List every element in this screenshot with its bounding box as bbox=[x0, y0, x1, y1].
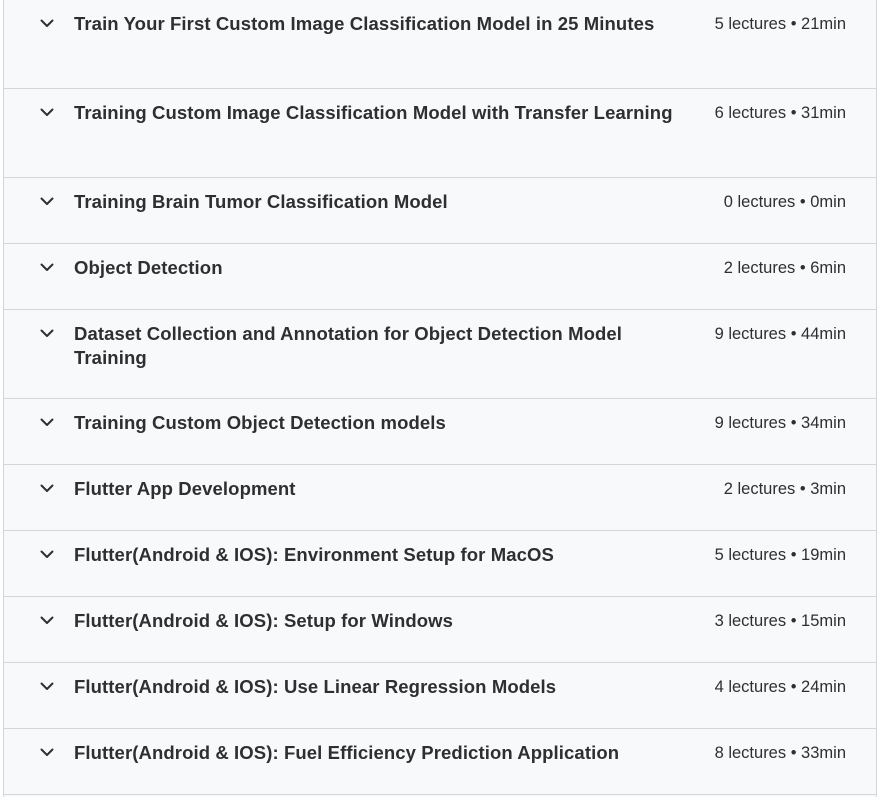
curriculum-section[interactable]: Flutter App Development 2 lectures • 3mi… bbox=[4, 465, 876, 531]
section-title: Training Brain Tumor Classification Mode… bbox=[74, 191, 448, 212]
chevron-down-icon[interactable] bbox=[40, 194, 54, 208]
curriculum-section[interactable]: Training Custom Image Classification Mod… bbox=[4, 89, 876, 178]
section-title: Training Custom Object Detection models bbox=[74, 412, 446, 433]
section-title: Flutter(Android & IOS): Use Linear Regre… bbox=[74, 676, 557, 697]
section-title: Training Custom Image Classification Mod… bbox=[74, 102, 673, 123]
curriculum-section[interactable]: Training Custom Object Detection models … bbox=[4, 399, 876, 465]
chevron-down-icon[interactable] bbox=[40, 547, 54, 561]
chevron-down-icon[interactable] bbox=[40, 613, 54, 627]
chevron-down-icon[interactable] bbox=[40, 16, 54, 30]
chevron-down-icon[interactable] bbox=[40, 326, 54, 340]
section-title: Dataset Collection and Annotation for Ob… bbox=[74, 323, 623, 368]
chevron-down-icon[interactable] bbox=[40, 415, 54, 429]
curriculum-section[interactable]: Flutter(Android & IOS): Fuel Efficiency … bbox=[4, 729, 876, 795]
section-title: Flutter(Android & IOS): Fuel Efficiency … bbox=[74, 742, 620, 763]
section-title: Object Detection bbox=[74, 257, 223, 278]
section-meta: 2 lectures • 3min bbox=[723, 480, 846, 498]
section-meta: 4 lectures • 24min bbox=[714, 678, 846, 696]
section-meta: 0 lectures • 0min bbox=[723, 193, 846, 211]
section-meta: 5 lectures • 21min bbox=[714, 15, 846, 33]
chevron-down-icon[interactable] bbox=[40, 105, 54, 119]
curriculum-section[interactable]: Flutter(Android & IOS): Use Linear Regre… bbox=[4, 663, 876, 729]
curriculum-section[interactable]: Object Detection 2 lectures • 6min bbox=[4, 244, 876, 310]
chevron-down-icon[interactable] bbox=[40, 260, 54, 274]
section-meta: 9 lectures • 44min bbox=[714, 325, 846, 343]
chevron-down-icon[interactable] bbox=[40, 679, 54, 693]
section-meta: 6 lectures • 31min bbox=[714, 104, 846, 122]
curriculum-section[interactable]: Dataset Collection and Annotation for Ob… bbox=[4, 310, 876, 399]
section-meta: 3 lectures • 15min bbox=[714, 612, 846, 630]
section-meta: 2 lectures • 6min bbox=[723, 259, 846, 277]
section-title: Train Your First Custom Image Classifica… bbox=[74, 13, 655, 34]
curriculum-section[interactable]: Flutter(Android & IOS): Setup for Window… bbox=[4, 597, 876, 663]
section-title: Flutter App Development bbox=[74, 478, 296, 499]
section-meta: 8 lectures • 33min bbox=[714, 744, 846, 762]
chevron-down-icon[interactable] bbox=[40, 481, 54, 495]
section-title: Flutter(Android & IOS): Setup for Window… bbox=[74, 610, 454, 631]
chevron-down-icon[interactable] bbox=[40, 745, 54, 759]
section-title: Flutter(Android & IOS): Environment Setu… bbox=[74, 544, 554, 565]
curriculum-section[interactable]: Training Brain Tumor Classification Mode… bbox=[4, 178, 876, 244]
course-curriculum-list: Train Your First Custom Image Classifica… bbox=[3, 0, 877, 797]
curriculum-section[interactable]: Train Your First Custom Image Classifica… bbox=[4, 0, 876, 89]
curriculum-section[interactable]: Flutter(Android & IOS): Environment Setu… bbox=[4, 531, 876, 597]
section-meta: 9 lectures • 34min bbox=[714, 414, 846, 432]
section-meta: 5 lectures • 19min bbox=[714, 546, 846, 564]
